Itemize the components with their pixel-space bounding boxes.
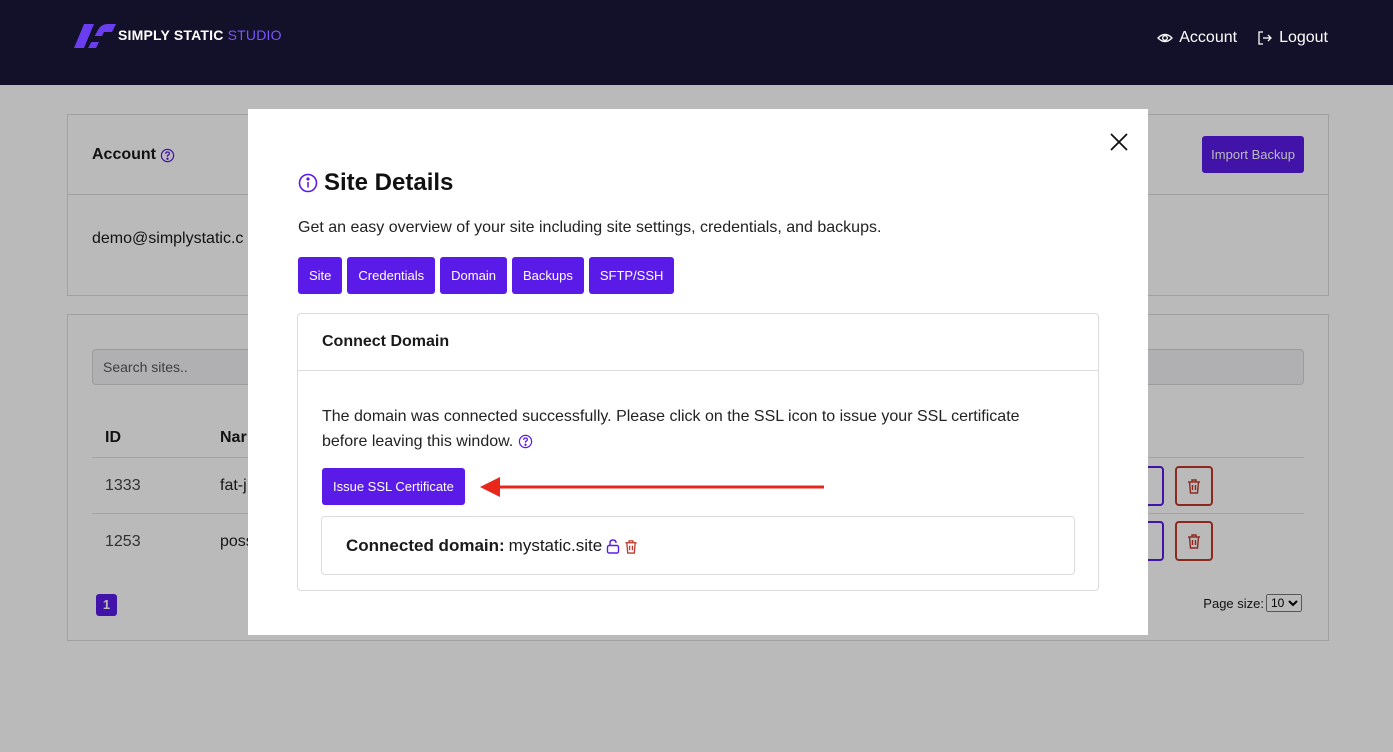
eye-icon [1157, 33, 1174, 43]
modal-tabs: Site Credentials Domain Backups SFTP/SSH [298, 257, 675, 294]
top-navbar: SIMPLY STATIC STUDIO Account Logout [0, 0, 1393, 85]
nav-account-link[interactable]: Account [1157, 29, 1237, 47]
tab-credentials[interactable]: Credentials [347, 257, 436, 294]
logo-icon [74, 24, 116, 48]
nav-logout-label: Logout [1279, 29, 1328, 46]
modal-description: Get an easy overview of your site includ… [298, 219, 882, 236]
info-icon [298, 173, 318, 193]
nav-logout-link[interactable]: Logout [1257, 29, 1328, 47]
tab-site[interactable]: Site [298, 257, 343, 294]
issue-ssl-certificate-button[interactable]: Issue SSL Certificate [322, 468, 465, 505]
tab-sftp-ssh[interactable]: SFTP/SSH [588, 257, 675, 294]
arrow-annotation [480, 477, 824, 497]
lock-icon[interactable] [606, 538, 620, 554]
connected-domain-label: Connected domain: [346, 536, 505, 555]
panel-title: Connect Domain [322, 333, 450, 350]
domain-success-message: The domain was connected successfully. P… [322, 408, 1020, 450]
nav-account-label: Account [1179, 29, 1238, 46]
tab-domain[interactable]: Domain [440, 257, 507, 294]
logo-text: SIMPLY STATIC STUDIO [118, 27, 282, 43]
site-details-modal: Site Details Get an easy overview of you… [248, 109, 1148, 635]
help-icon[interactable] [518, 434, 533, 449]
close-icon[interactable] [1108, 131, 1130, 153]
connected-domain-box: Connected domain: mystatic.site [321, 516, 1075, 575]
trash-icon[interactable] [624, 539, 638, 554]
logout-icon [1258, 31, 1272, 45]
logo[interactable]: SIMPLY STATIC STUDIO [68, 22, 282, 48]
modal-title: Site Details [298, 169, 453, 197]
tab-backups[interactable]: Backups [511, 257, 584, 294]
connect-domain-panel: Connect Domain The domain was connected … [297, 313, 1099, 591]
connected-domain-value: mystatic.site [508, 536, 603, 555]
